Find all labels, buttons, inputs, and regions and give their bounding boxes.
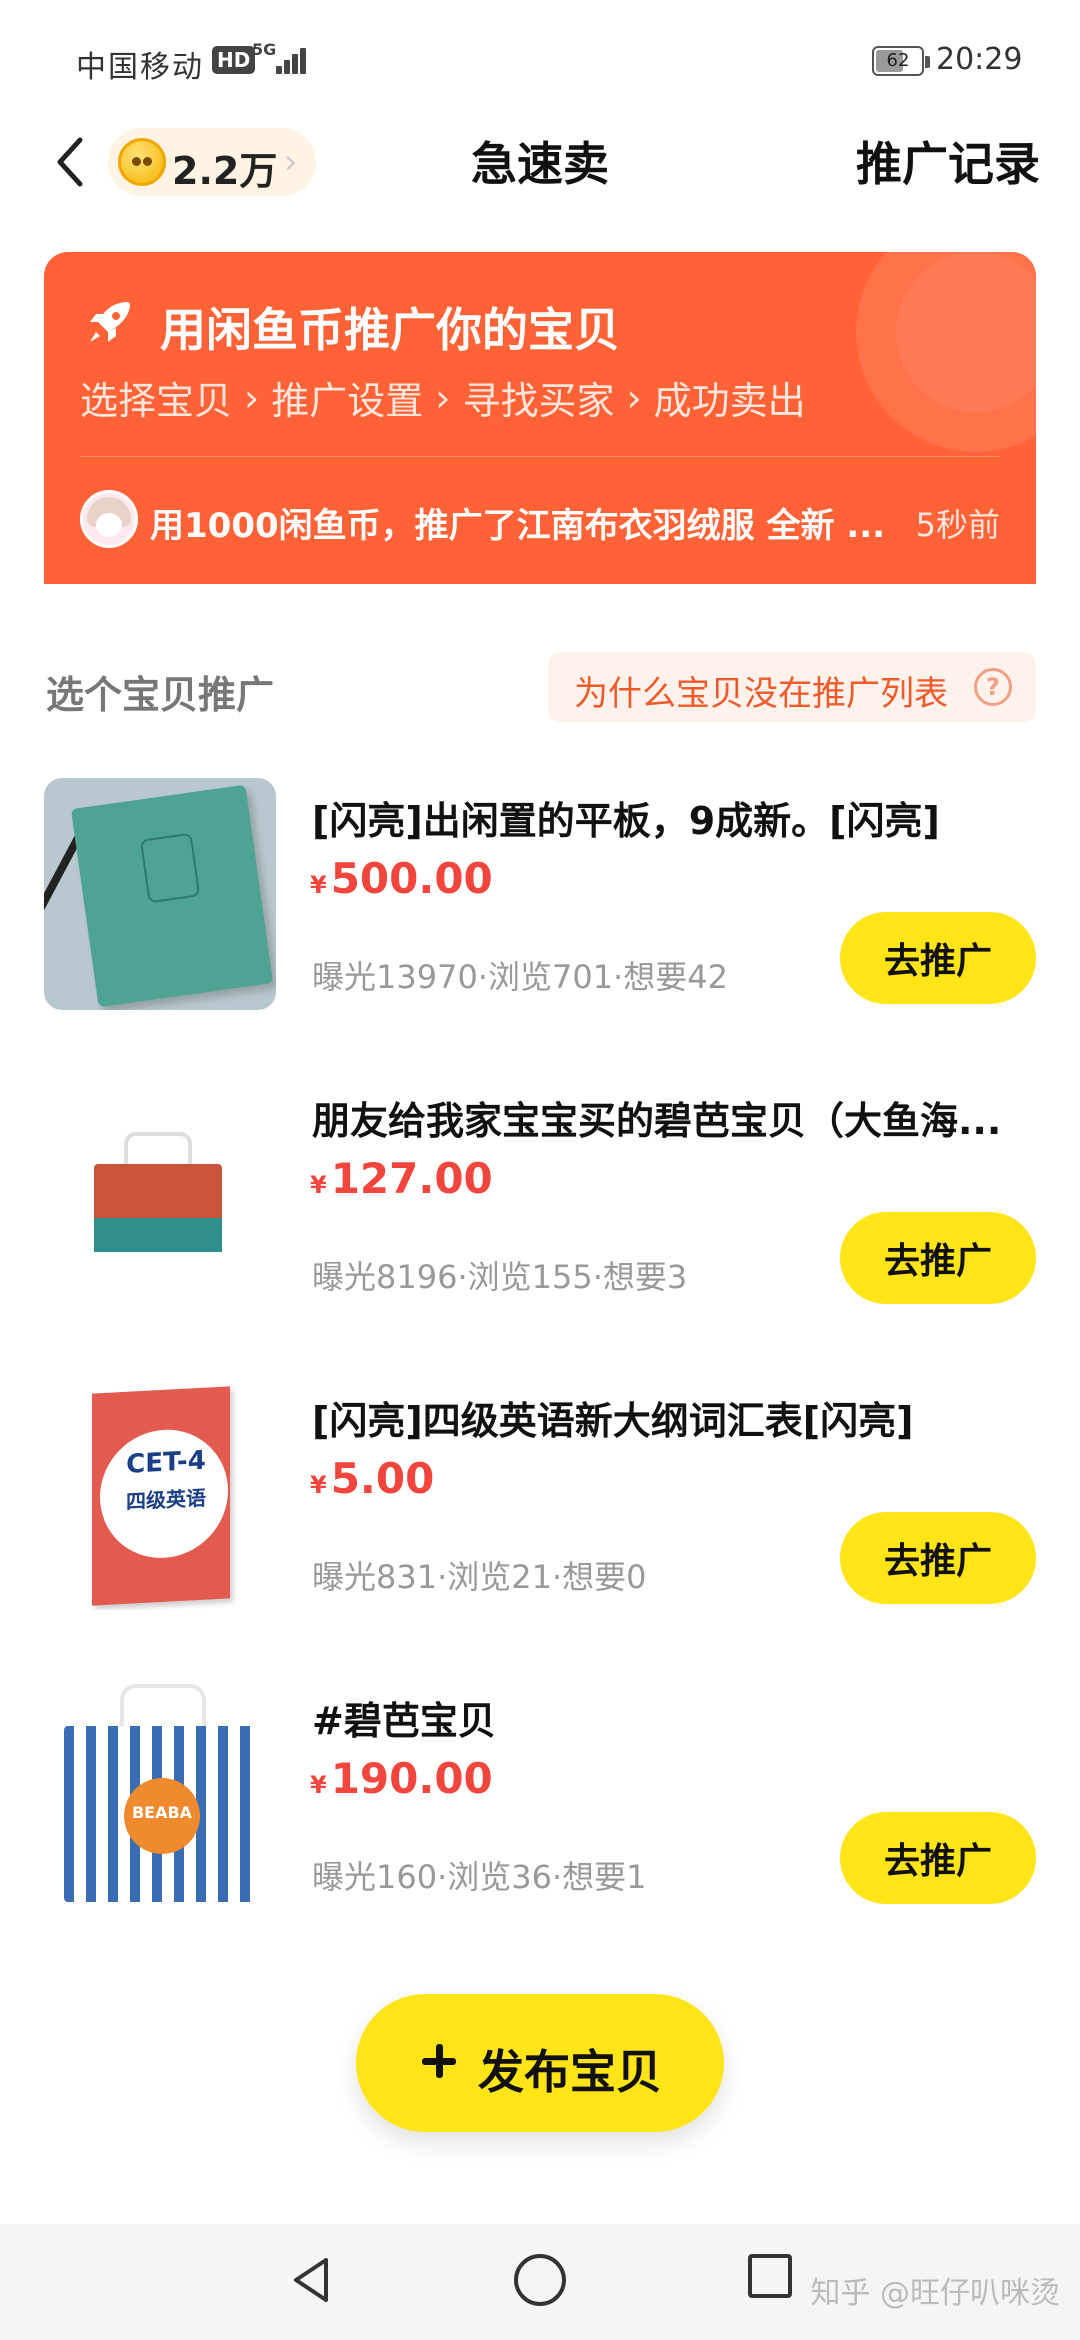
currency-symbol: ¥ xyxy=(310,871,327,899)
item-price: ¥127.00 xyxy=(310,1154,493,1203)
item-thumbnail[interactable]: CET-4 四级英语 xyxy=(44,1378,276,1610)
promotion-record-link[interactable]: 推广记录 xyxy=(856,128,1040,194)
nav-home-icon[interactable] xyxy=(514,2254,566,2306)
why-not-listed-label: 为什么宝贝没在推广列表 xyxy=(574,674,948,714)
help-icon: ? xyxy=(974,668,1012,706)
step-label: 推广设置 xyxy=(271,379,424,423)
cover-text: CET-4 xyxy=(126,1445,206,1480)
item-title[interactable]: #碧芭宝贝 xyxy=(312,1690,1032,1745)
promote-button[interactable]: 去推广 xyxy=(840,1812,1036,1904)
item-thumbnail[interactable] xyxy=(44,778,276,1010)
bag-logo-text: BEABA xyxy=(124,1778,200,1854)
signal-icon xyxy=(268,44,308,74)
activity-feed-time: 5秒前 xyxy=(915,506,1000,544)
step-label: 寻找买家 xyxy=(462,379,615,423)
currency-symbol: ¥ xyxy=(310,1171,327,1199)
item-price: ¥500.00 xyxy=(310,854,493,903)
status-bar: 中国移动 HD 5G 62 20:29 xyxy=(0,0,1080,120)
list-item: CET-4 四级英语 [闪亮]四级英语新大纲词汇表[闪亮] ¥5.00 曝光83… xyxy=(0,1378,1080,1648)
plus-icon xyxy=(422,2044,456,2078)
promote-button[interactable]: 去推广 xyxy=(840,1512,1036,1604)
item-stats: 曝光8196·浏览155·想要3 xyxy=(312,1258,688,1296)
battery-level: 62 xyxy=(886,50,910,71)
price-amount: 5.00 xyxy=(330,1454,435,1503)
chevron-right-icon: › xyxy=(244,375,260,420)
section-title: 选个宝贝推广 xyxy=(46,673,275,717)
hd-badge: HD xyxy=(212,46,256,74)
activity-feed-text: 用1000闲鱼币，推广了江南布衣羽绒服 全新 ... xyxy=(150,506,886,546)
currency-symbol: ¥ xyxy=(310,1471,327,1499)
price-amount: 127.00 xyxy=(330,1154,493,1203)
clock: 20:29 xyxy=(936,42,1023,77)
currency-symbol: ¥ xyxy=(310,1771,327,1799)
item-stats: 曝光831·浏览21·想要0 xyxy=(312,1558,647,1596)
list-item: 朋友给我家宝宝买的碧芭宝贝（大鱼海... ¥127.00 曝光8196·浏览15… xyxy=(0,1078,1080,1348)
item-title[interactable]: 朋友给我家宝宝买的碧芭宝贝（大鱼海... xyxy=(312,1090,1032,1145)
rocket-icon xyxy=(90,302,130,342)
list-item: BEABA #碧芭宝贝 ¥190.00 曝光160·浏览36·想要1 去推广 xyxy=(0,1678,1080,1948)
divider xyxy=(80,456,1000,457)
promote-button[interactable]: 去推广 xyxy=(840,1212,1036,1304)
promotion-steps: 选择宝贝 › 推广设置 › 寻找买家 › 成功卖出 xyxy=(80,370,806,425)
publish-item-button[interactable]: 发布宝贝 xyxy=(356,1994,724,2132)
promote-button[interactable]: 去推广 xyxy=(840,912,1036,1004)
battery-icon: 62 xyxy=(872,46,930,76)
item-price: ¥190.00 xyxy=(310,1754,493,1803)
price-amount: 190.00 xyxy=(330,1754,493,1803)
nav-recent-apps-icon[interactable] xyxy=(748,2254,792,2298)
item-thumbnail[interactable] xyxy=(44,1078,276,1310)
item-thumbnail[interactable]: BEABA xyxy=(44,1678,276,1910)
promo-banner: 用闲鱼币推广你的宝贝 选择宝贝 › 推广设置 › 寻找买家 › 成功卖出 用10… xyxy=(44,252,1036,584)
carrier-name: 中国移动 xyxy=(76,50,204,85)
banner-title: 用闲鱼币推广你的宝贝 xyxy=(160,303,620,357)
step-label: 选择宝贝 xyxy=(80,379,233,423)
chevron-right-icon: › xyxy=(435,375,451,420)
nav-back-icon[interactable] xyxy=(286,2254,338,2306)
avatar xyxy=(80,490,138,548)
chevron-right-icon: › xyxy=(626,375,642,420)
step-label: 成功卖出 xyxy=(653,379,806,423)
system-nav-bar: 知乎 @旺仔叭咪烫 xyxy=(0,2224,1080,2340)
why-not-listed-link[interactable]: 为什么宝贝没在推广列表 ? xyxy=(548,652,1036,722)
list-item: [闪亮]出闲置的平板，9成新。[闪亮] ¥500.00 曝光13970·浏览70… xyxy=(0,778,1080,1048)
watermark: 知乎 @旺仔叭咪烫 xyxy=(810,2276,1060,2311)
item-stats: 曝光160·浏览36·想要1 xyxy=(312,1858,647,1896)
price-amount: 500.00 xyxy=(330,854,493,903)
publish-label: 发布宝贝 xyxy=(478,2045,662,2099)
item-title[interactable]: [闪亮]出闲置的平板，9成新。[闪亮] xyxy=(312,790,1032,845)
item-price: ¥5.00 xyxy=(310,1454,434,1503)
item-stats: 曝光13970·浏览701·想要42 xyxy=(312,958,728,996)
item-title[interactable]: [闪亮]四级英语新大纲词汇表[闪亮] xyxy=(312,1390,1032,1445)
